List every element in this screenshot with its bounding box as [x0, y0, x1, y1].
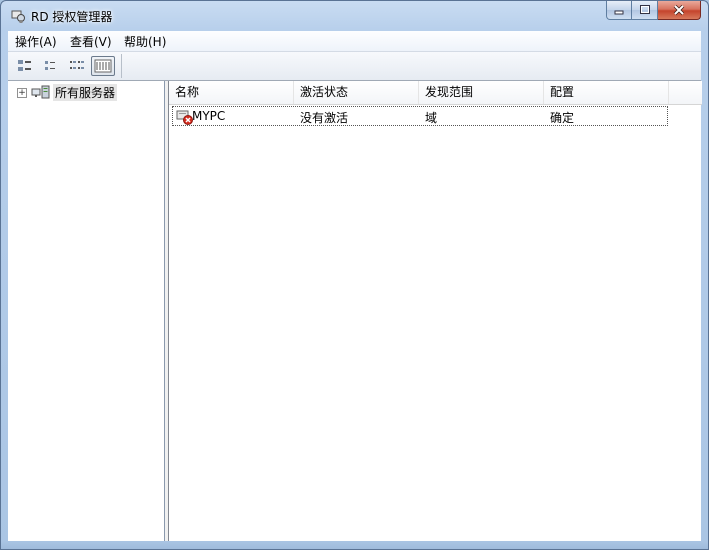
maximize-icon [639, 5, 650, 14]
close-icon [673, 4, 685, 15]
minimize-button[interactable] [606, 1, 632, 20]
column-header-config[interactable]: 配置 [544, 81, 669, 104]
cell-scope: 域 [425, 111, 438, 125]
list-view-button[interactable] [66, 56, 88, 76]
close-button[interactable] [658, 1, 701, 20]
toolbar-separator [121, 54, 122, 78]
table-row[interactable]: MYPC 没有激活 域 确定 [172, 106, 668, 126]
large-icons-button[interactable] [14, 56, 36, 76]
caption-buttons [606, 1, 701, 21]
server-list[interactable]: 名称 激活状态 发现范围 配置 MYPC 没有激活 域 确定 [168, 81, 702, 541]
cell-activation: 没有激活 [300, 111, 349, 125]
cell-name: MYPC [192, 109, 226, 123]
small-icons-icon [45, 61, 55, 70]
large-icons-icon [18, 60, 31, 71]
details-view-button[interactable] [91, 56, 115, 76]
cell-config: 确定 [550, 111, 575, 125]
title-bar[interactable]: RD 授权管理器 [1, 1, 708, 31]
tree-expander-icon[interactable]: + [17, 88, 27, 98]
column-header-activation[interactable]: 激活状态 [294, 81, 419, 104]
details-icon [94, 59, 112, 73]
app-icon[interactable] [10, 8, 26, 24]
column-header-name[interactable]: 名称 [169, 81, 294, 104]
minimize-icon [614, 10, 624, 15]
client-area: + 所有服务器 名称 激活状态 发现范围 配置 MYPC 没有激活 域 确定 [8, 81, 702, 542]
menu-help[interactable]: 帮助(H) [124, 33, 166, 50]
menu-action[interactable]: 操作(A) [15, 33, 57, 50]
window-bottom-border [1, 541, 708, 549]
maximize-button[interactable] [632, 1, 658, 20]
window-title: RD 授权管理器 [31, 10, 113, 24]
toolbar [8, 52, 701, 81]
main-window: RD 授权管理器 操作(A) 查看(V) 帮助(H) + 所有服务器 名称 激活… [0, 0, 709, 550]
small-icons-button[interactable] [40, 56, 62, 76]
menu-view[interactable]: 查看(V) [70, 33, 112, 50]
list-icon [70, 61, 84, 69]
list-header: 名称 激活状态 发现范围 配置 [169, 81, 702, 105]
servers-icon [31, 84, 51, 103]
server-tree[interactable]: + 所有服务器 [8, 81, 165, 542]
menu-bar: 操作(A) 查看(V) 帮助(H) [8, 31, 701, 52]
tree-item-all-servers[interactable]: 所有服务器 [53, 84, 118, 101]
column-header-scope[interactable]: 发现范围 [419, 81, 544, 104]
